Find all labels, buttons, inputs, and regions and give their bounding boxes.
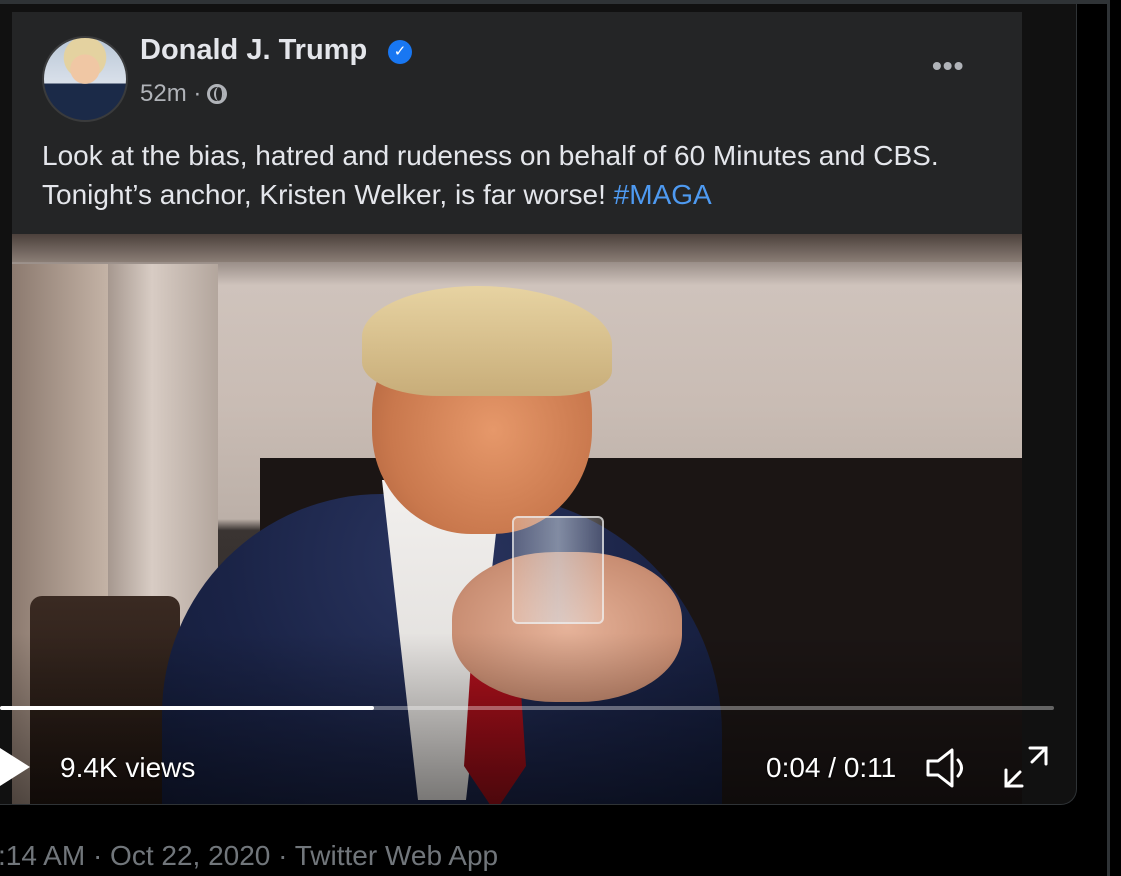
column-divider [1107,0,1110,876]
scene-vignette [12,234,1022,804]
post-text: Look at the bias, hatred and rudeness on… [42,136,1002,214]
more-options-icon: ••• [932,50,965,81]
video-frame[interactable]: Donald J. Trump ✓ 52m · ••• Look at the … [12,12,1022,804]
view-count: 9.4K views [60,752,196,783]
post-time: 52m · [140,80,202,107]
play-icon[interactable] [0,748,30,786]
video-scene [12,234,1022,804]
video-time: 0:04 / 0:11 [766,752,897,783]
globe-icon [207,84,228,104]
tweet-video[interactable]: Donald J. Trump ✓ 52m · ••• Look at the … [0,4,1077,805]
fullscreen-icon[interactable] [1002,744,1050,790]
volume-icon[interactable] [924,746,974,790]
post-body: Look at the bias, hatred and rudeness on… [42,140,939,210]
video-progress-fill [0,706,375,710]
video-progress-bar[interactable] [0,706,1054,710]
post-author: Donald J. Trump [140,34,368,66]
post-meta: 52m · [140,80,228,108]
tweet-timestamp[interactable]: :14 AM · Oct 22, 2020 · Twitter Web App [0,840,498,872]
verified-badge-icon: ✓ [388,40,412,64]
facebook-post-screenshot: Donald J. Trump ✓ 52m · ••• Look at the … [12,12,1022,234]
avatar [42,36,128,122]
hashtag-link: #MAGA [613,179,712,210]
